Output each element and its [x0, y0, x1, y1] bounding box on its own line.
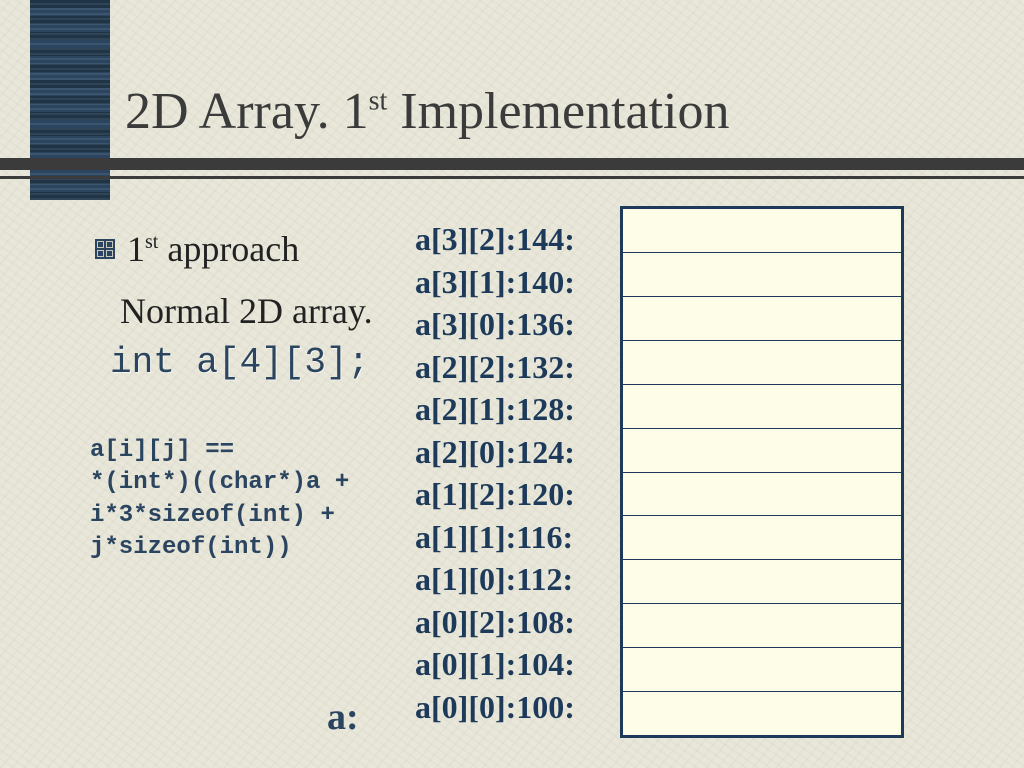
address-row: a[2][2]:132: — [415, 346, 575, 389]
code-expression: a[i][j] == *(int*)((char*)a + i*3*sizeof… — [90, 435, 349, 565]
address-row: a[3][2]:144: — [415, 218, 575, 261]
memory-cell — [623, 340, 901, 384]
address-row: a[0][2]:108: — [415, 601, 575, 644]
address-row: a[3][0]:136: — [415, 303, 575, 346]
memory-layout — [620, 206, 904, 738]
bullet-icon — [95, 239, 115, 259]
memory-cell — [623, 209, 901, 252]
title-prefix: 2D Array. 1 — [125, 83, 369, 140]
memory-cell — [623, 515, 901, 559]
address-row: a[1][2]:120: — [415, 473, 575, 516]
code-declaration: int a[4][3]; — [110, 342, 369, 383]
address-column: a[3][2]:144:a[3][1]:140:a[3][0]:136:a[2]… — [415, 218, 575, 729]
address-row: a[2][1]:128: — [415, 388, 575, 431]
memory-cell — [623, 428, 901, 472]
title-sup: st — [369, 86, 388, 117]
title-rule-thin — [0, 176, 1024, 179]
memory-cell — [623, 296, 901, 340]
slide-decoration — [30, 0, 110, 200]
address-row: a[1][1]:116: — [415, 516, 575, 559]
memory-cell — [623, 252, 901, 296]
memory-cell — [623, 384, 901, 428]
memory-cell — [623, 647, 901, 691]
subline-text: Normal 2D array. — [120, 290, 373, 332]
address-row: a[1][0]:112: — [415, 558, 575, 601]
title-rule-thick — [0, 158, 1024, 170]
slide-title: 2D Array. 1st Implementation — [125, 82, 730, 141]
address-row: a[0][1]:104: — [415, 643, 575, 686]
array-label: a: — [327, 695, 359, 739]
memory-cell — [623, 603, 901, 647]
bullet-text: 1st approach — [127, 228, 299, 270]
bullet-item: 1st approach — [95, 228, 299, 270]
memory-cell — [623, 472, 901, 516]
address-row: a[3][1]:140: — [415, 261, 575, 304]
memory-cell — [623, 559, 901, 603]
memory-cell — [623, 691, 901, 735]
address-row: a[0][0]:100: — [415, 686, 575, 729]
address-row: a[2][0]:124: — [415, 431, 575, 474]
title-suffix: Implementation — [387, 83, 729, 140]
